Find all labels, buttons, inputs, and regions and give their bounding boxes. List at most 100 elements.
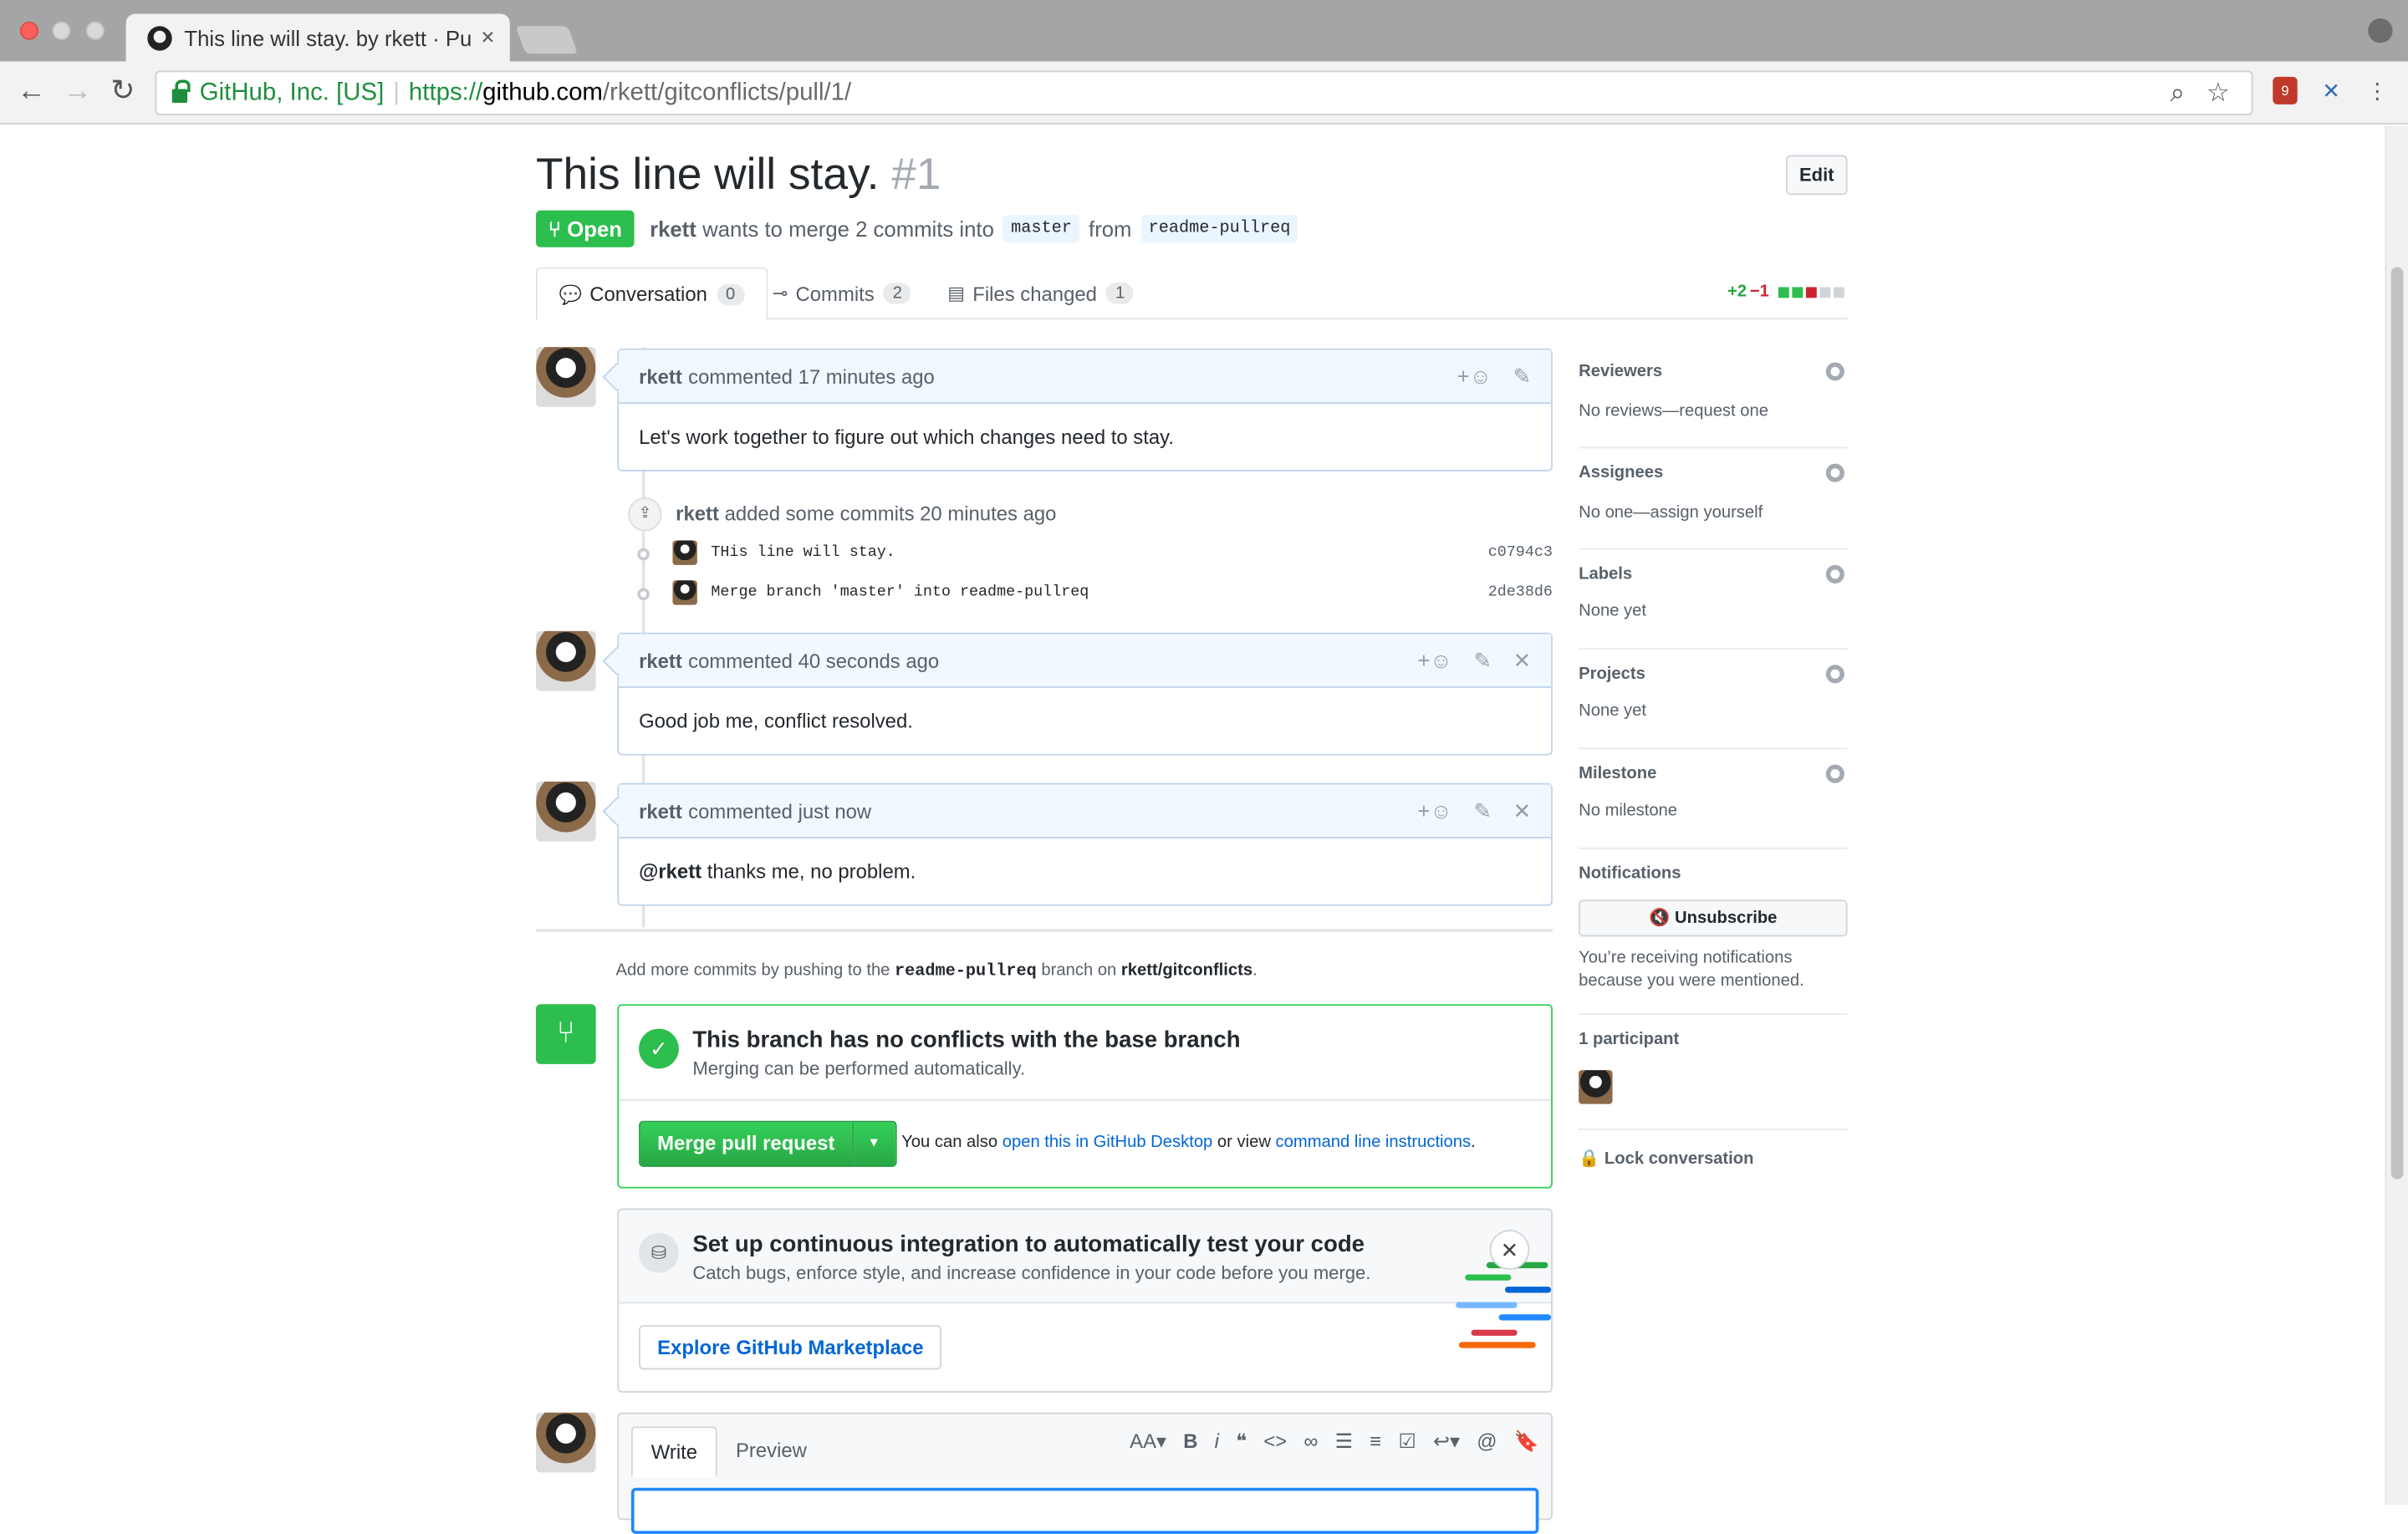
ci-illustration: [1425, 1256, 1552, 1379]
commit-icon: ⊸: [772, 282, 788, 304]
assignees-heading: Assignees: [1579, 463, 1664, 482]
avatar[interactable]: [536, 347, 596, 407]
zoom-window-button[interactable]: [85, 21, 105, 40]
mention-icon[interactable]: @: [1477, 1430, 1497, 1454]
sidebar-reviewers: Reviewers No reviews—request one: [1579, 347, 1848, 449]
task-list-icon[interactable]: ☑: [1398, 1430, 1416, 1454]
file-diff-icon: ▤: [947, 282, 966, 304]
tab-preview[interactable]: Preview: [717, 1426, 825, 1477]
commit-row: Merge branch 'master' into readme-pullre…: [622, 580, 1553, 611]
comment-textarea[interactable]: [630, 1487, 1539, 1534]
italic-icon[interactable]: i: [1215, 1430, 1219, 1454]
commit-sha[interactable]: c0794c3: [1488, 545, 1553, 562]
explore-marketplace-button[interactable]: Explore GitHub Marketplace: [639, 1325, 942, 1370]
reviewers-value[interactable]: No reviews—request one: [1579, 402, 1768, 420]
sidebar-milestone: Milestone No milestone: [1579, 749, 1848, 849]
assignees-value[interactable]: No one—assign yourself: [1579, 503, 1763, 522]
tab-write[interactable]: Write: [630, 1426, 717, 1477]
comment-author[interactable]: rkett: [639, 364, 682, 388]
bold-icon[interactable]: B: [1183, 1430, 1197, 1454]
commit-avatar[interactable]: [672, 580, 697, 605]
text-size-icon[interactable]: AA▾: [1130, 1430, 1166, 1454]
commit-avatar[interactable]: [672, 540, 697, 565]
projects-value: None yet: [1579, 701, 1646, 721]
marketplace-icon: ⛁: [639, 1232, 679, 1273]
code-icon[interactable]: <>: [1263, 1430, 1287, 1454]
add-reaction-icon[interactable]: +☺: [1417, 798, 1451, 823]
command-line-instructions-link[interactable]: command line instructions: [1276, 1133, 1472, 1151]
comment-timestamp[interactable]: commented just now: [688, 799, 871, 823]
tab-files-changed[interactable]: ▤ Files changed 1: [926, 268, 1156, 319]
minimize-window-button[interactable]: [52, 21, 71, 40]
extension-cross-icon[interactable]: ✕: [2319, 77, 2343, 104]
browser-tab-title: This line will stay. by rkett · Pul: [184, 25, 472, 50]
files-counter: 1: [1105, 282, 1135, 304]
base-branch-ref[interactable]: master: [1002, 215, 1080, 243]
delete-x-icon[interactable]: ✕: [1513, 647, 1532, 673]
tab-conversation[interactable]: 💬 Conversation 0: [536, 267, 768, 321]
git-merge-icon: ⑂: [536, 1004, 596, 1064]
browser-tab[interactable]: This line will stay. by rkett · Pul ×: [125, 13, 510, 62]
commit-message[interactable]: THis line will stay.: [711, 545, 895, 562]
reply-icon[interactable]: ↩▾: [1433, 1430, 1460, 1454]
link-icon[interactable]: ∞: [1303, 1430, 1318, 1454]
scrollbar-thumb[interactable]: [2390, 267, 2404, 1180]
zoom-search-icon[interactable]: ⌕: [2171, 79, 2186, 110]
gear-icon[interactable]: [1825, 564, 1844, 584]
commit-sha[interactable]: 2de38d6: [1488, 585, 1553, 602]
unsubscribe-button[interactable]: 🔇 Unsubscribe: [1579, 900, 1848, 937]
comment-timestamp[interactable]: commented 40 seconds ago: [688, 649, 939, 672]
avatar[interactable]: [536, 630, 596, 691]
merge-method-caret-icon[interactable]: ▾: [851, 1122, 895, 1166]
back-arrow-icon[interactable]: ←: [17, 75, 46, 109]
address-bar[interactable]: GitHub, Inc. [US] | https://github.com/r…: [155, 70, 2253, 115]
merge-pull-request-button[interactable]: Merge pull request: [640, 1122, 852, 1166]
add-reaction-icon[interactable]: +☺: [1457, 364, 1492, 388]
edit-pencil-icon[interactable]: ✎: [1473, 647, 1492, 673]
edit-pencil-icon[interactable]: ✎: [1513, 363, 1532, 389]
add-reaction-icon[interactable]: +☺: [1417, 648, 1451, 672]
comment-author[interactable]: rkett: [639, 799, 682, 823]
bookmark-icon[interactable]: 🔖: [1514, 1430, 1539, 1454]
numbered-list-icon[interactable]: ≡: [1370, 1430, 1381, 1454]
comment-composer: Write Preview AA▾ B i ❝ <> ∞ ☰ ≡ ☑ ↩▾ @ …: [617, 1412, 1553, 1534]
new-tab-button[interactable]: [515, 26, 579, 54]
open-desktop-link[interactable]: open this in GitHub Desktop: [1002, 1133, 1213, 1151]
avatar[interactable]: [536, 781, 596, 842]
edit-title-button[interactable]: Edit: [1786, 155, 1848, 196]
head-branch-ref[interactable]: readme-pullreq: [1140, 215, 1298, 243]
commit-message[interactable]: Merge branch 'master' into readme-pullre…: [711, 585, 1089, 602]
menu-dots-icon[interactable]: ⋮: [2365, 77, 2390, 104]
extension-shield-icon[interactable]: 9: [2273, 76, 2298, 104]
conversation-counter: 0: [716, 283, 745, 305]
bookmark-star-icon[interactable]: ☆: [2206, 79, 2230, 110]
tab-commits[interactable]: ⊸ Commits 2: [751, 268, 933, 319]
profile-icon[interactable]: [2368, 18, 2393, 43]
commits-author[interactable]: rkett: [676, 502, 719, 526]
ci-heading: Set up continuous integration to automat…: [692, 1231, 1365, 1258]
lock-conversation-link[interactable]: 🔒 Lock conversation: [1579, 1149, 1753, 1169]
gear-icon[interactable]: [1825, 764, 1844, 783]
commit-dot-icon: [637, 548, 650, 561]
reload-icon[interactable]: ↻: [110, 75, 135, 109]
comment-author[interactable]: rkett: [639, 649, 682, 672]
dismiss-close-icon[interactable]: ✕: [1489, 1230, 1530, 1270]
gear-icon[interactable]: [1825, 463, 1844, 482]
gear-icon[interactable]: [1825, 665, 1844, 684]
diffstat[interactable]: +2 −1: [1727, 283, 1844, 301]
delete-x-icon[interactable]: ✕: [1513, 798, 1532, 823]
tab-close-icon[interactable]: ×: [481, 24, 494, 50]
quote-icon[interactable]: ❝: [1236, 1430, 1247, 1454]
participant-avatar[interactable]: [1579, 1070, 1613, 1104]
avatar[interactable]: [536, 1412, 596, 1473]
user-mention[interactable]: @rkett: [639, 860, 701, 884]
edit-pencil-icon[interactable]: ✎: [1473, 798, 1492, 823]
close-window-button[interactable]: [19, 21, 38, 40]
forward-arrow-icon[interactable]: →: [63, 75, 92, 109]
pr-author-link[interactable]: rkett: [650, 217, 696, 241]
bullet-list-icon[interactable]: ☰: [1335, 1430, 1353, 1454]
comment-timestamp[interactable]: commented 17 minutes ago: [688, 364, 935, 388]
gear-icon[interactable]: [1825, 362, 1844, 381]
merge-alternatives: You can also open this in GitHub Desktop…: [901, 1133, 1476, 1152]
comment-header: rkett commented 17 minutes ago +☺ ✎: [619, 349, 1552, 405]
